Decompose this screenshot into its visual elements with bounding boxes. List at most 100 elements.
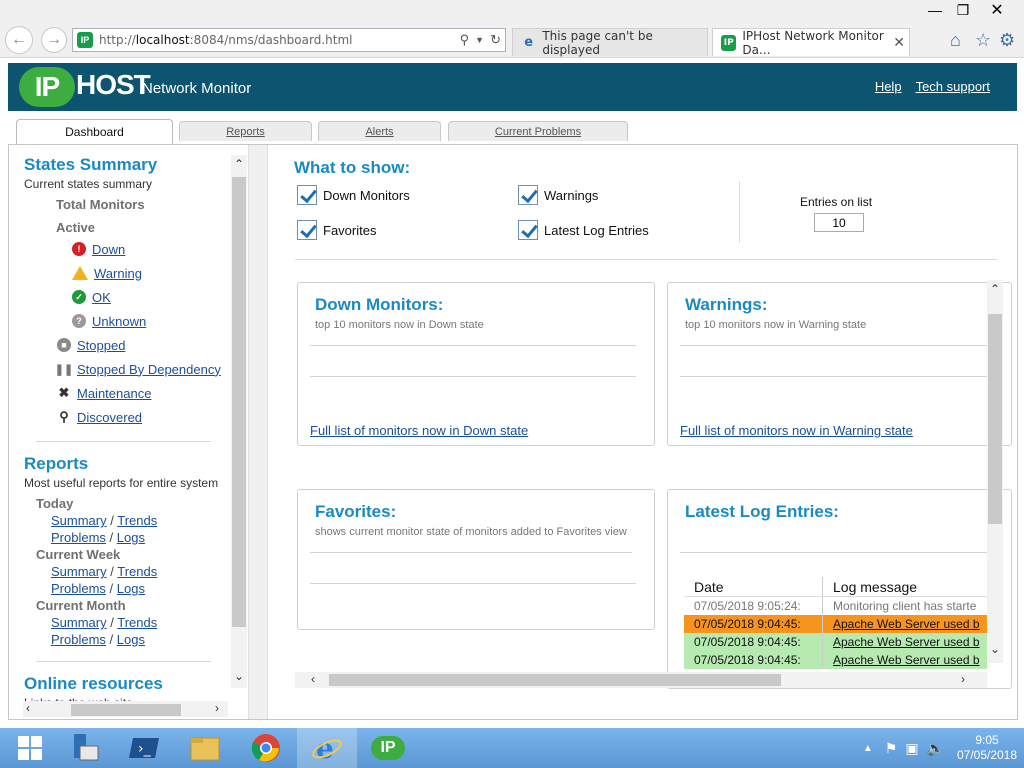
state-warning-link[interactable]: Warning bbox=[94, 266, 142, 281]
log-row: 07/05/2018 9:04:45: Apache Web Server use… bbox=[684, 615, 987, 633]
url-text[interactable]: http://localhost:8084/nms/dashboard.html bbox=[99, 33, 352, 47]
close-tab-icon[interactable]: ✕ bbox=[893, 35, 905, 51]
scrollbar-thumb[interactable] bbox=[232, 177, 246, 627]
content-horizontal-scrollbar[interactable]: ‹ › bbox=[295, 672, 987, 688]
scroll-down-icon[interactable]: ⌄ bbox=[234, 669, 244, 683]
what-to-show-title: What to show: bbox=[294, 158, 411, 177]
today-summary-link[interactable]: Summary bbox=[51, 513, 107, 528]
checkbox-warnings[interactable]: Warnings bbox=[518, 185, 598, 205]
month-summary-link[interactable]: Summary bbox=[51, 615, 107, 630]
month-problems-link[interactable]: Problems bbox=[51, 632, 106, 647]
network-icon[interactable]: ▣ bbox=[905, 740, 918, 757]
pane-splitter[interactable] bbox=[248, 145, 268, 719]
entries-on-list-input[interactable] bbox=[814, 213, 864, 232]
refresh-icon[interactable]: ↻ bbox=[490, 32, 501, 48]
today-trends-link[interactable]: Trends bbox=[117, 513, 157, 528]
week-logs-link[interactable]: Logs bbox=[117, 581, 145, 596]
scrollbar-thumb[interactable] bbox=[988, 314, 1002, 524]
sidebar-horizontal-scrollbar[interactable]: ‹ › bbox=[23, 701, 228, 717]
checkbox-down-monitors[interactable]: Down Monitors bbox=[297, 185, 410, 205]
month-trends-link[interactable]: Trends bbox=[117, 615, 157, 630]
help-link[interactable]: Help bbox=[875, 79, 902, 94]
start-button[interactable] bbox=[0, 728, 60, 768]
state-warning: Warning bbox=[24, 261, 224, 285]
panel-divider bbox=[680, 345, 990, 346]
folder-icon bbox=[190, 737, 220, 761]
scrollbar-thumb[interactable] bbox=[71, 704, 181, 716]
log-message-link[interactable]: Apache Web Server used b bbox=[833, 635, 980, 649]
log-row: 07/05/2018 9:04:45: Apache Web Server use… bbox=[684, 651, 987, 669]
tab-reports[interactable]: Reports bbox=[179, 121, 312, 141]
week-trends-link[interactable]: Trends bbox=[117, 564, 157, 579]
month-logs-link[interactable]: Logs bbox=[117, 632, 145, 647]
settings-gear-icon[interactable]: ⚙ bbox=[999, 30, 1015, 51]
week-problems-link[interactable]: Problems bbox=[51, 581, 106, 596]
favorites-star-icon[interactable]: ☆ bbox=[975, 30, 991, 51]
action-center-flag-icon[interactable]: ⚑ bbox=[885, 740, 898, 757]
checkbox-checked-icon[interactable] bbox=[518, 220, 538, 240]
today-problems-link[interactable]: Problems bbox=[51, 530, 106, 545]
checkbox-favorites[interactable]: Favorites bbox=[297, 220, 376, 240]
internet-explorer-button[interactable]: e bbox=[297, 728, 357, 768]
chrome-button[interactable] bbox=[236, 728, 296, 768]
log-date: 07/05/2018 9:05:24: bbox=[684, 597, 823, 615]
state-discovered-link[interactable]: Discovered bbox=[77, 410, 142, 425]
full-warning-list-link[interactable]: Full list of monitors now in Warning sta… bbox=[680, 423, 913, 438]
log-date: 07/05/2018 9:04:45: bbox=[684, 615, 823, 633]
state-ok-link[interactable]: OK bbox=[92, 290, 111, 305]
scrollbar-thumb[interactable] bbox=[329, 674, 781, 686]
checkbox-checked-icon[interactable] bbox=[518, 185, 538, 205]
home-icon[interactable]: ⌂ bbox=[950, 30, 961, 51]
iphost-icon: IP bbox=[371, 736, 405, 760]
log-entries-title: Latest Log Entries: bbox=[685, 502, 839, 521]
restore-button[interactable]: ❐ bbox=[948, 0, 978, 20]
volume-muted-icon[interactable]: 🔈 bbox=[927, 740, 944, 757]
tab-alerts[interactable]: Alerts bbox=[318, 121, 441, 141]
browser-tab-dashboard[interactable]: IP IPHost Network Monitor Da... ✕ bbox=[712, 28, 910, 57]
scroll-up-icon[interactable]: ⌃ bbox=[990, 282, 1000, 296]
show-hidden-icons-icon[interactable]: ▲ bbox=[863, 743, 873, 754]
powershell-button[interactable]: ›_ bbox=[114, 728, 174, 768]
panel-divider bbox=[310, 583, 636, 584]
state-unknown-link[interactable]: Unknown bbox=[92, 314, 146, 329]
state-maintenance-link[interactable]: Maintenance bbox=[77, 386, 151, 401]
scroll-right-icon[interactable]: › bbox=[961, 672, 965, 686]
close-window-button[interactable]: ✕ bbox=[982, 0, 1012, 20]
sidebar-vertical-scrollbar[interactable]: ⌃ ⌄ bbox=[231, 155, 247, 688]
content-vertical-scrollbar[interactable]: ⌃ ⌄ bbox=[987, 280, 1003, 663]
clock[interactable]: 9:05 07/05/2018 bbox=[950, 733, 1024, 763]
checkbox-latest-log-entries[interactable]: Latest Log Entries bbox=[518, 220, 649, 240]
iphost-app-button[interactable]: IP bbox=[358, 728, 418, 768]
tab-dashboard[interactable]: Dashboard bbox=[16, 119, 173, 144]
minimize-button[interactable]: — bbox=[920, 0, 950, 20]
state-stopped-link[interactable]: Stopped bbox=[77, 338, 125, 353]
dropdown-icon[interactable]: ▼ bbox=[475, 32, 484, 48]
full-down-list-link[interactable]: Full list of monitors now in Down state bbox=[310, 423, 528, 438]
scroll-left-icon[interactable]: ‹ bbox=[311, 672, 315, 686]
period-current-month: Current Month bbox=[36, 598, 126, 613]
scroll-down-icon[interactable]: ⌄ bbox=[990, 642, 1000, 656]
server-manager-button[interactable] bbox=[53, 728, 113, 768]
scroll-right-icon[interactable]: › bbox=[215, 701, 219, 715]
scroll-up-icon[interactable]: ⌃ bbox=[234, 157, 244, 171]
active-label: Active bbox=[56, 220, 96, 235]
log-message-link[interactable]: Apache Web Server used b bbox=[833, 617, 980, 631]
scroll-left-icon[interactable]: ‹ bbox=[26, 701, 30, 715]
search-icon[interactable]: ⚲ bbox=[460, 32, 470, 48]
tech-support-link[interactable]: Tech support bbox=[916, 79, 990, 94]
logo-subtitle: Network Monitor bbox=[142, 80, 252, 97]
state-down-link[interactable]: Down bbox=[92, 242, 125, 257]
checkbox-checked-icon[interactable] bbox=[297, 185, 317, 205]
today-logs-link[interactable]: Logs bbox=[117, 530, 145, 545]
address-bar[interactable]: IP http://localhost:8084/nms/dashboard.h… bbox=[72, 28, 506, 52]
week-summary-link[interactable]: Summary bbox=[51, 564, 107, 579]
state-stopped-dependency-link[interactable]: Stopped By Dependency bbox=[77, 362, 221, 377]
file-explorer-button[interactable] bbox=[175, 728, 235, 768]
tab-current-problems[interactable]: Current Problems bbox=[448, 121, 628, 141]
back-button[interactable]: ← bbox=[5, 26, 33, 54]
log-message-link[interactable]: Apache Web Server used b bbox=[833, 653, 980, 667]
browser-tab-error[interactable]: e This page can't be displayed bbox=[512, 28, 708, 57]
down-monitors-panel: Down Monitors: top 10 monitors now in Do… bbox=[297, 282, 655, 446]
forward-button[interactable]: → bbox=[41, 27, 67, 53]
checkbox-checked-icon[interactable] bbox=[297, 220, 317, 240]
